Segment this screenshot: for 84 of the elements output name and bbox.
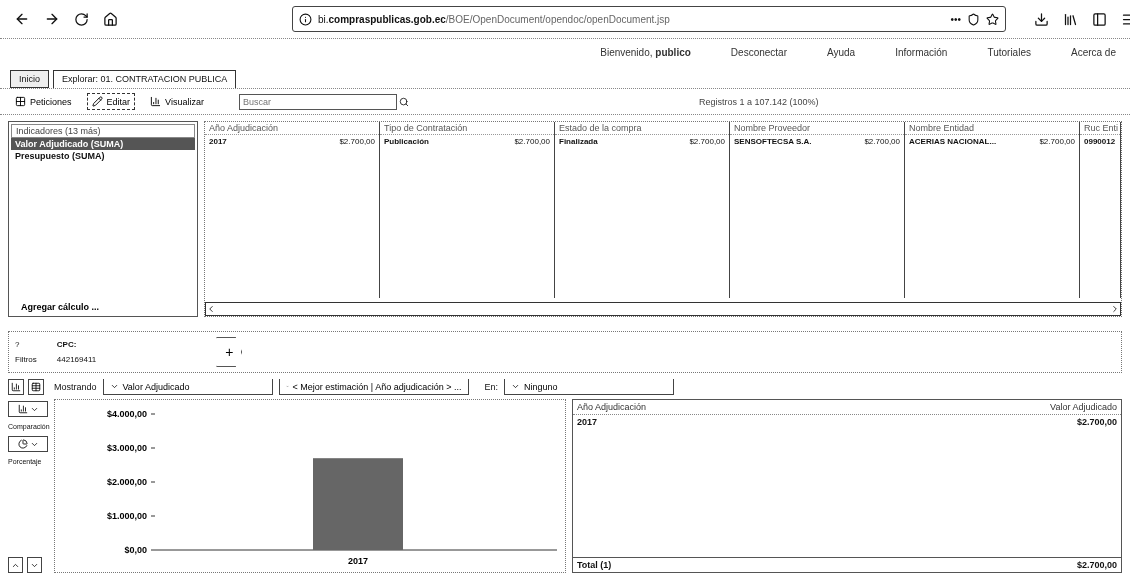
chart-view-button[interactable] [8, 379, 24, 395]
pencil-icon [91, 96, 103, 107]
axis-label: $3.000,00 [106, 443, 147, 453]
total-cell: Total (1) [577, 560, 612, 570]
nav-link[interactable]: Tutoriales [987, 47, 1031, 58]
panel-title: Indicadores (13 más) [11, 124, 195, 138]
table-cell: 2017 [577, 417, 598, 427]
dimension-dropdown[interactable]: < Mejor estimación | Año adjudicación > ... [278, 379, 469, 395]
showing-label: Mostrando [54, 382, 97, 392]
chart-type-button[interactable] [8, 436, 48, 452]
scroll-left-icon[interactable] [206, 304, 216, 314]
address-bar[interactable]: bi.compraspublicas.gob.ec/BOE/OpenDocument/opendoc/openDocument.jsp ••• [292, 6, 1006, 32]
column-header: Nombre Entidad [909, 123, 975, 133]
column-header: Estado de la compra [559, 123, 642, 133]
pie-chart-icon [17, 439, 28, 449]
search-field[interactable]: Buscar [238, 93, 397, 110]
info-icon [299, 12, 312, 26]
chart-type-button[interactable] [8, 401, 48, 417]
measure-dropdown[interactable]: Valor Adjudicado [102, 379, 273, 395]
tab[interactable]: Inicio [10, 70, 49, 88]
nav-link[interactable]: Desconectar [730, 47, 787, 58]
filters-label: Filtros [15, 355, 37, 364]
nav-link[interactable]: Información [895, 47, 948, 58]
in-dropdown[interactable]: Ninguno [504, 379, 675, 395]
download-icon[interactable] [1034, 11, 1049, 27]
reload-icon[interactable] [74, 11, 89, 27]
scroll-right-icon[interactable] [1110, 304, 1120, 314]
forward-icon[interactable] [44, 11, 60, 27]
facet-amount: $2.700,00 [864, 137, 900, 146]
column-header: Año Adjudicación [209, 123, 279, 133]
facet-amount: $2.700,00 [689, 137, 725, 146]
axis-label: 2017 [348, 556, 368, 566]
toolbar-button[interactable]: Peticiones [10, 93, 77, 110]
add-calculation-link[interactable]: Agregar cálculo ... [11, 300, 195, 314]
filter-name: CPC: [56, 340, 78, 349]
table-cell: $2.700,00 [1076, 417, 1117, 427]
sidebar-icon[interactable] [1092, 11, 1107, 27]
facet-value[interactable]: 0990012 [1084, 137, 1116, 146]
bookmark-star-icon[interactable] [986, 12, 999, 26]
table-icon [31, 382, 41, 392]
nav-link[interactable]: Acerca de [1070, 47, 1116, 58]
axis-label: $1.000,00 [106, 511, 147, 521]
scroll-down-button[interactable] [27, 557, 42, 573]
scroll-up-button[interactable] [8, 557, 23, 573]
facet-value[interactable]: Publicación [384, 137, 429, 146]
records-count: Registros 1 a 107.142 (100%) [698, 96, 819, 107]
bar-chart-icon [150, 96, 162, 107]
column-header: Ruc Enti [1084, 123, 1118, 133]
column-header: Tipo de Contratación [384, 123, 468, 133]
bar-chart-icon [17, 404, 28, 414]
toolbar-button[interactable]: Editar [86, 93, 136, 110]
axis-label: $2.000,00 [106, 477, 147, 487]
help-icon[interactable]: ? [15, 340, 37, 349]
facet-amount: $2.700,00 [514, 137, 550, 146]
column-header[interactable]: Valor Adjudicado [1050, 402, 1117, 412]
column-header: Nombre Proveedor [734, 123, 811, 133]
toolbar-button[interactable]: Visualizar [145, 93, 209, 110]
facet-value[interactable]: 2017 [209, 137, 227, 146]
facet-amount: $2.700,00 [1039, 137, 1075, 146]
axis-label: $4.000,00 [106, 409, 147, 419]
column-header[interactable]: Año Adjudicación [577, 402, 647, 412]
shield-icon [967, 12, 980, 26]
facet-amount: $2.700,00 [339, 137, 375, 146]
total-cell: $2.700,00 [1076, 560, 1117, 570]
facet-value[interactable]: ACERIAS NACIONAL... [909, 137, 997, 146]
grid-icon [15, 96, 26, 107]
home-icon[interactable] [103, 11, 118, 27]
filter-value: 442169411 [56, 355, 97, 364]
back-icon[interactable] [14, 11, 30, 27]
axis-label: $0,00 [124, 545, 147, 555]
table-view-button[interactable] [28, 379, 44, 395]
facet-value[interactable]: Finalizada [559, 137, 598, 146]
more-button[interactable]: ••• [950, 13, 961, 25]
url-text: bi.compraspublicas.gob.ec/BOE/OpenDocument/opendoc/openDocument.jsp [318, 13, 670, 25]
indicator-item[interactable]: Presupuesto (SUMA) [11, 150, 195, 162]
library-icon[interactable] [1063, 11, 1078, 27]
indicator-item[interactable]: Valor Adjudicado (SUMA) [11, 138, 195, 150]
nav-link[interactable]: Ayuda [827, 47, 856, 58]
bar-chart-icon [11, 382, 21, 392]
add-filter-button[interactable]: + [216, 337, 243, 367]
welcome-text: Bienvenido, publico [600, 47, 691, 58]
facet-value[interactable]: SENSOFTECSA S.A. [734, 137, 812, 146]
in-label: En: [484, 382, 499, 392]
tab[interactable]: Explorar: 01. CONTRATACION PUBLICA [53, 70, 237, 88]
